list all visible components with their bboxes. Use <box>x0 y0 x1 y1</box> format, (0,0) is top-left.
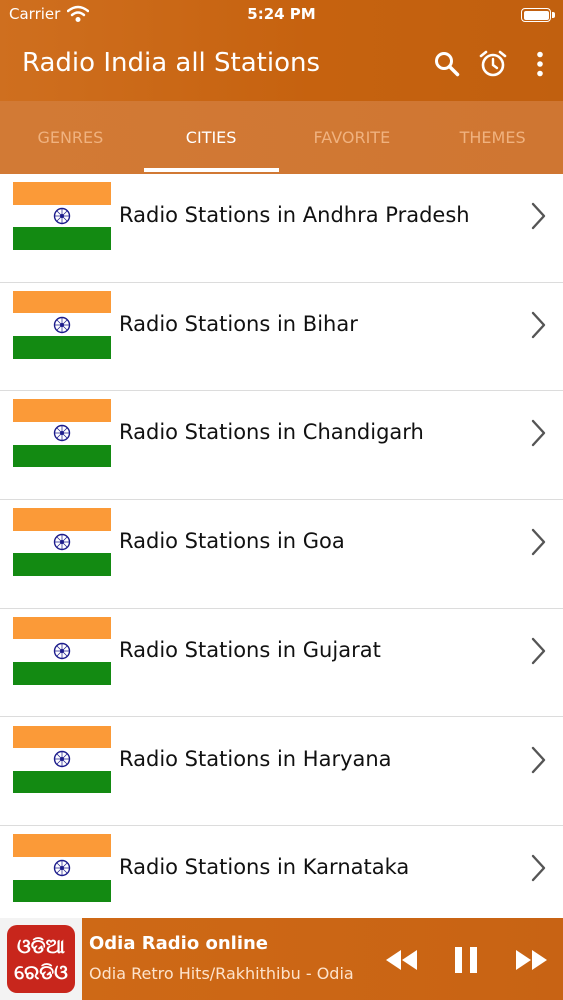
list-item-label: Radio Stations in Goa <box>119 529 345 554</box>
player-title: Odia Radio online <box>89 933 269 954</box>
status-time: 5:24 PM <box>247 5 316 23</box>
rewind-icon[interactable] <box>382 940 422 980</box>
battery-icon <box>521 8 551 22</box>
list-item-label: Radio Stations in Haryana <box>119 746 392 771</box>
mini-player[interactable]: ଓଡିଆ ରେଡିଓ Odia Radio online Odia Retro … <box>0 918 563 1000</box>
list-item[interactable]: Radio Stations in Andhra Pradesh <box>0 174 563 283</box>
india-flag-icon <box>13 725 111 794</box>
india-flag-icon <box>13 399 111 468</box>
tab-genres[interactable]: GENRES <box>0 101 141 174</box>
tab-cities[interactable]: CITIES <box>141 101 282 174</box>
india-flag-icon <box>13 290 111 359</box>
search-button[interactable] <box>430 47 464 81</box>
india-flag-icon <box>13 508 111 577</box>
india-flag-icon <box>13 182 111 250</box>
battery-tip <box>552 12 555 18</box>
list-item[interactable]: Radio Stations in Haryana <box>0 718 563 827</box>
list-item-label: Radio Stations in Andhra Pradesh <box>119 203 470 227</box>
tab-themes[interactable]: THEMES <box>422 101 563 174</box>
alarm-clock-icon <box>479 50 507 77</box>
more-vert-icon <box>537 51 543 77</box>
chevron-right-icon <box>531 420 546 447</box>
app-header: Carrier 5:24 PM Radio India all Stations <box>0 0 563 174</box>
app-title: Radio India all Stations <box>22 48 321 78</box>
logo-line-2: ରେଡିଓ <box>14 960 68 984</box>
fast-forward-icon[interactable] <box>511 940 551 980</box>
chevron-right-icon <box>531 202 546 230</box>
chevron-right-icon <box>531 637 546 664</box>
list-item[interactable]: Radio Stations in Karnataka <box>0 826 563 918</box>
india-flag-icon <box>13 834 111 903</box>
odia-radio-logo: ଓଡିଆ ରେଡିଓ <box>7 925 75 993</box>
list-item[interactable]: Radio Stations in Goa <box>0 500 563 609</box>
list-item-label: Radio Stations in Chandigarh <box>119 420 424 445</box>
list-item-label: Radio Stations in Bihar <box>119 311 358 336</box>
player-subtitle: Odia Retro Hits/Rakhithibu - Odia <box>89 964 354 983</box>
list-item[interactable]: Radio Stations in Gujarat <box>0 609 563 718</box>
logo-line-1: ଓଡିଆ <box>17 934 65 958</box>
city-list: Radio Stations in Andhra Pradesh Radio S… <box>0 174 563 918</box>
tab-bar: GENRES CITIES FAVORITE THEMES <box>0 101 563 174</box>
list-item[interactable]: Radio Stations in Bihar <box>0 283 563 392</box>
pause-icon[interactable] <box>446 940 486 980</box>
status-bar: Carrier 5:24 PM <box>0 0 563 30</box>
chevron-right-icon <box>531 528 546 556</box>
station-logo[interactable]: ଓଡିଆ ରେଡିଓ <box>0 918 82 1000</box>
chevron-right-icon <box>531 311 546 338</box>
search-icon <box>435 52 460 77</box>
alarm-button[interactable] <box>476 47 510 81</box>
list-item[interactable]: Radio Stations in Chandigarh <box>0 391 563 501</box>
more-options-button[interactable] <box>523 47 557 81</box>
india-flag-icon <box>13 616 111 685</box>
chevron-right-icon <box>531 746 546 773</box>
list-item-label: Radio Stations in Gujarat <box>119 637 381 662</box>
list-item-label: Radio Stations in Karnataka <box>119 855 410 880</box>
tab-favorite[interactable]: FAVORITE <box>282 101 423 174</box>
chevron-right-icon <box>531 854 546 882</box>
